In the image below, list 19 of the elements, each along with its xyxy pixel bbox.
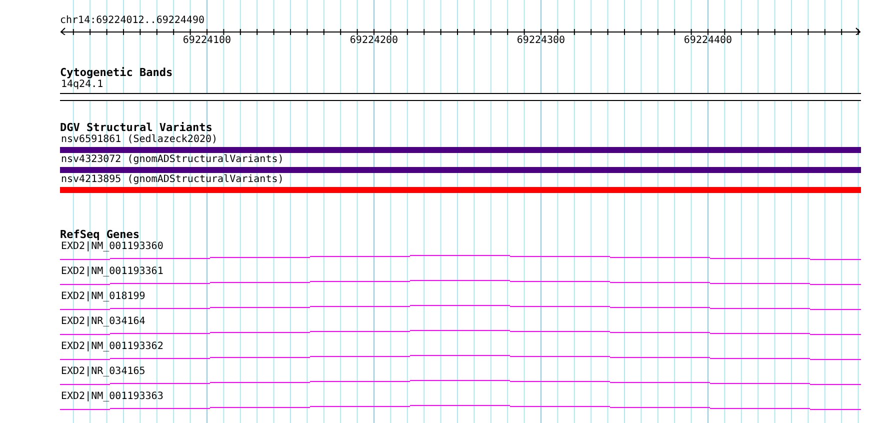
feature-label: nsv4213895 (gnomADStructuralVariants)	[60, 174, 284, 186]
transcript-label: EXD2|NM_018199	[60, 291, 146, 303]
transcript-label: EXD2|NM_001193363	[60, 391, 164, 403]
transcript-label: EXD2|NM_001193361	[60, 266, 164, 278]
transcript-label: EXD2|NR_034164	[60, 316, 146, 328]
transcript-label: EXD2|NR_034165	[60, 366, 146, 378]
tick-label: 69224300	[516, 35, 566, 47]
track-title: RefSeq Genes	[60, 229, 140, 241]
tick-label: 69224100	[182, 35, 232, 47]
transcript-label: EXD2|NM_001193362	[60, 341, 164, 353]
band-label: 14q24.1	[60, 79, 104, 91]
tick-label: 69224400	[684, 35, 732, 47]
transcript-label: EXD2|NM_001193360	[60, 241, 164, 253]
tick-label: 69224200	[350, 35, 398, 47]
feature-label: nsv6591861 (Sedlazeck2020)	[60, 134, 218, 146]
region-label: chr14:69224012..69224490	[60, 15, 206, 27]
feature-label: nsv4323072 (gnomADStructuralVariants)	[60, 154, 284, 166]
track-title: Cytogenetic Bands	[60, 67, 174, 79]
track-title: DGV Structural Variants	[60, 122, 214, 134]
